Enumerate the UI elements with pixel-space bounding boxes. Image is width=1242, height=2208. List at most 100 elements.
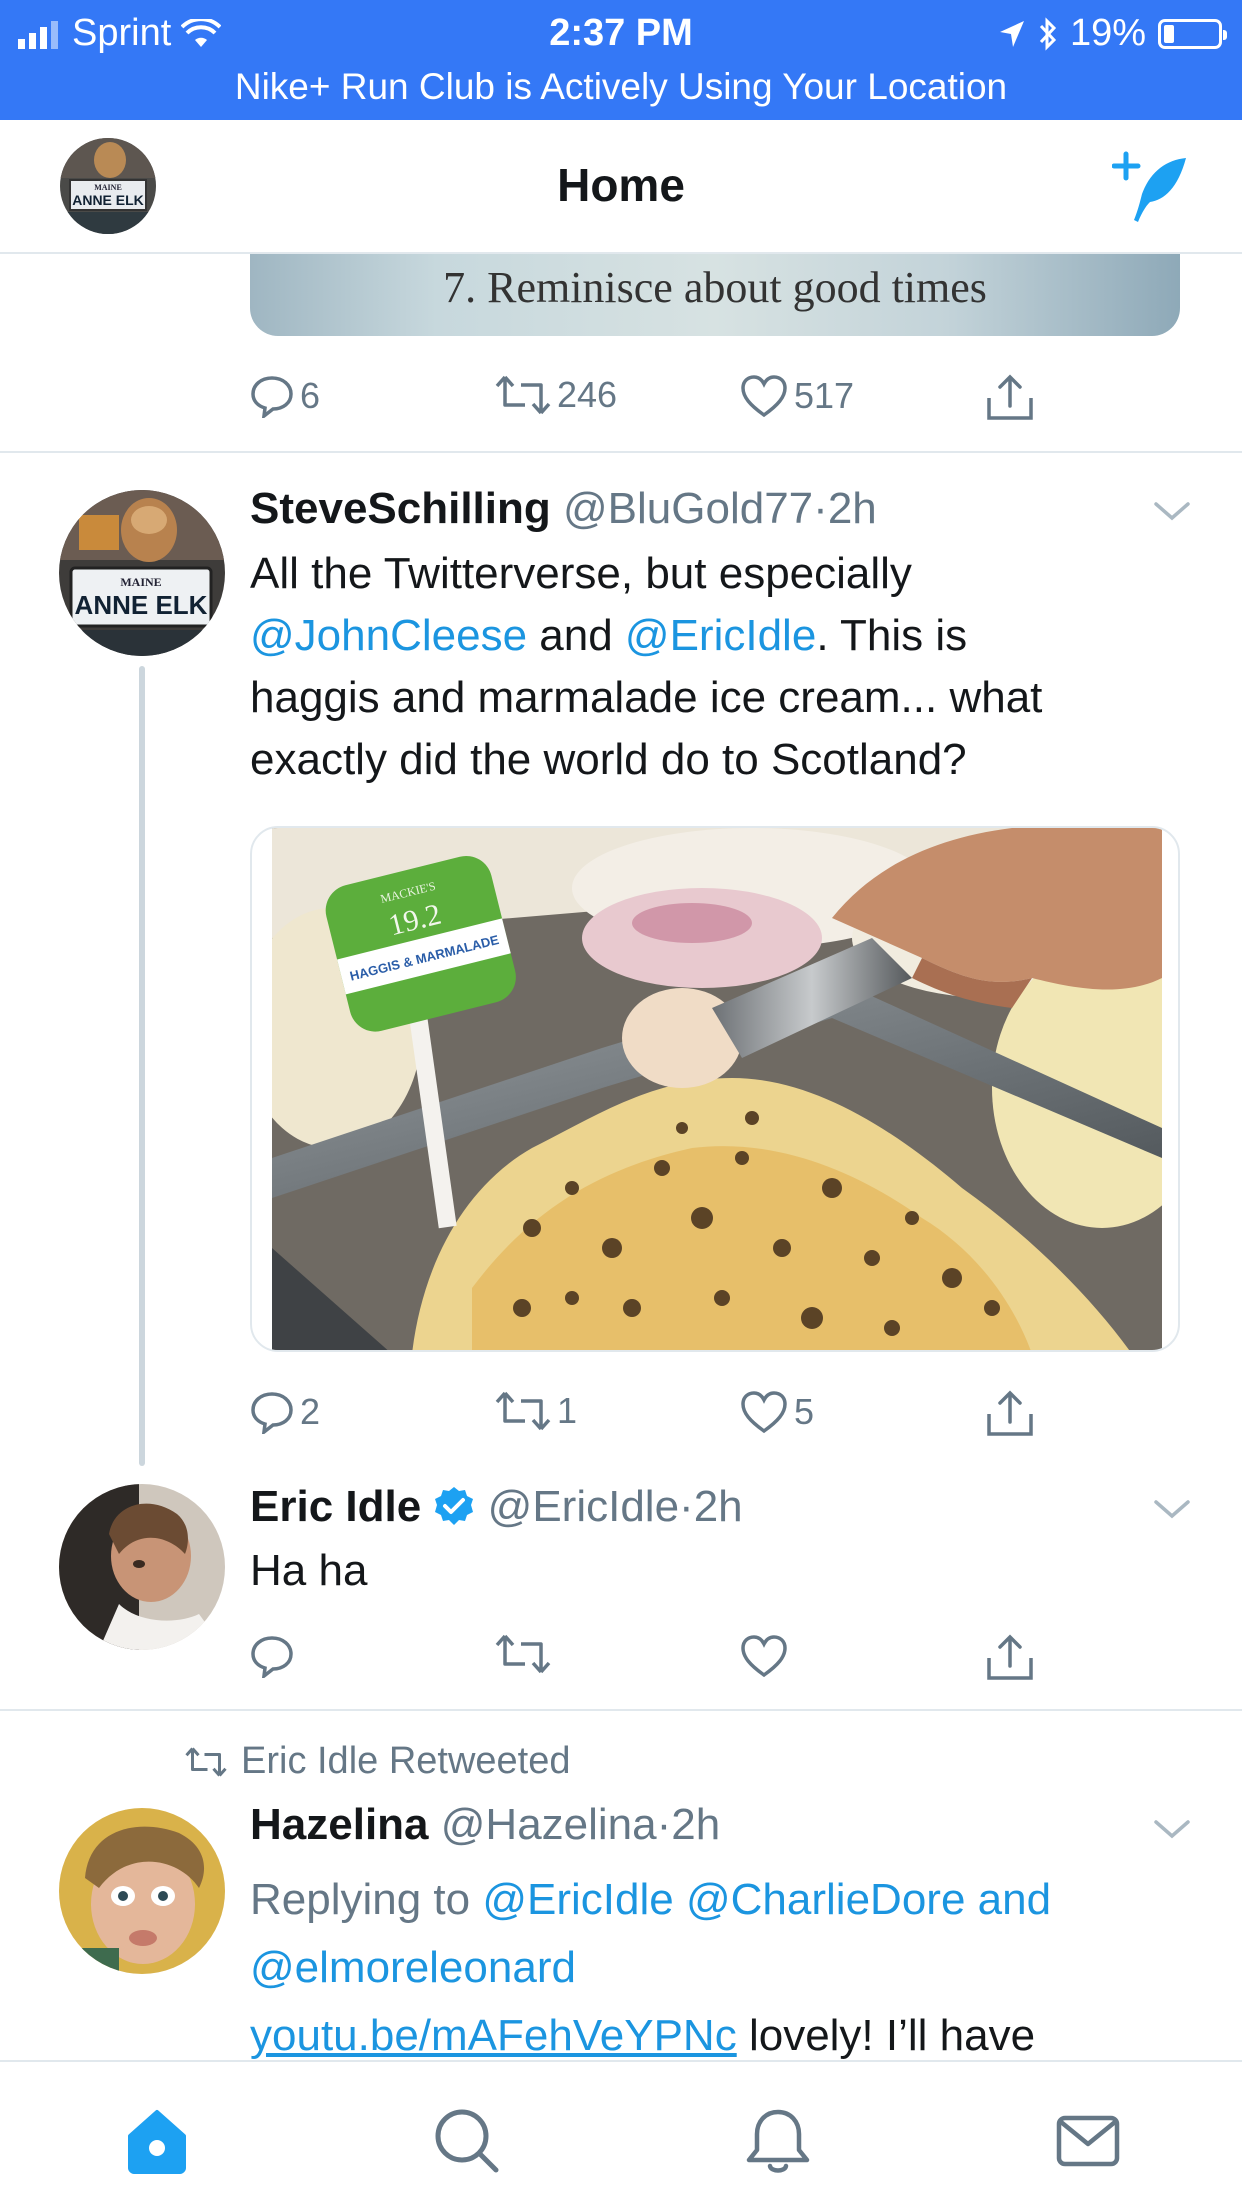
reply-button[interactable] <box>250 1634 294 1678</box>
bluetooth-icon <box>1039 16 1057 51</box>
search-icon[interactable] <box>432 2106 502 2176</box>
messages-icon[interactable] <box>1053 2106 1123 2176</box>
retweet-count: 246 <box>557 374 618 415</box>
reply-button[interactable]: 2 <box>250 1390 320 1434</box>
share-button[interactable] <box>985 374 1035 422</box>
mention-link[interactable]: @EricIdle <box>625 611 816 660</box>
display-name[interactable]: SteveSchilling <box>250 484 551 533</box>
tab-bar <box>0 2060 1242 2208</box>
thread-line <box>139 666 145 1466</box>
mention-link[interactable]: @CharlieDore <box>686 1875 965 1924</box>
like-button[interactable] <box>740 1634 788 1678</box>
retweet-button[interactable] <box>495 1634 551 1674</box>
tweet-text: Ha ha <box>250 1546 368 1595</box>
tweet-actions: 6 246 517 <box>250 374 1040 424</box>
retweet-context[interactable]: Eric Idle Retweeted <box>185 1740 571 1783</box>
verified-badge-icon <box>435 1487 474 1525</box>
location-banner[interactable]: Nike+ Run Club is Actively Using Your Lo… <box>0 66 1242 108</box>
tweet-photo[interactable]: MACKIE'S 19.2 HAGGIS & MARMALADE <box>250 826 1180 1352</box>
display-name[interactable]: Hazelina <box>250 1800 429 1849</box>
timestamp: 2h <box>671 1800 721 1849</box>
retweet-icon <box>185 1747 227 1776</box>
handle[interactable]: @BluGold77 <box>563 484 813 533</box>
heart-icon <box>741 1635 787 1678</box>
svg-text:MAINE: MAINE <box>120 575 161 589</box>
avatar[interactable] <box>59 1484 225 1650</box>
share-button[interactable] <box>985 1634 1035 1682</box>
divider <box>0 1709 1242 1711</box>
mention-link[interactable]: @elmoreleonard <box>250 1943 576 1992</box>
reply-count: 2 <box>300 1391 321 1432</box>
avatar[interactable] <box>59 1808 225 1974</box>
mention-link[interactable]: @EricIdle <box>482 1875 673 1924</box>
image-caption: 7. Reminisce about good times <box>443 263 987 312</box>
reply-and[interactable]: and <box>978 1875 1051 1924</box>
heart-icon <box>741 1391 787 1434</box>
home-icon[interactable] <box>122 2106 192 2176</box>
header: MAINE ANNE ELK Home <box>0 120 1242 254</box>
dot-separator: · <box>656 1800 672 1849</box>
tweet-text-span: and <box>527 611 625 660</box>
like-button[interactable]: 5 <box>740 1390 814 1434</box>
svg-text:ANNE ELK: ANNE ELK <box>75 590 208 620</box>
reply-icon <box>251 376 293 418</box>
tweet-link[interactable]: youtu.be/mAFehVeYPNc <box>250 2011 737 2060</box>
tweet-text-span: . This is <box>816 611 968 660</box>
tweet-image[interactable]: 7. Reminisce about good times <box>250 254 1180 336</box>
tweet-header: Hazelina @Hazelina·2h <box>250 1800 720 1850</box>
retweet-count: 1 <box>557 1390 578 1431</box>
timestamp: 2h <box>693 1482 743 1531</box>
share-icon <box>987 1634 1033 1680</box>
reply-context: Replying to @EricIdle @CharlieDore and <box>250 1866 1190 1934</box>
tweet-actions <box>250 1634 1040 1684</box>
chevron-down-icon[interactable] <box>1152 1818 1192 1842</box>
tweet-header: Eric Idle @EricIdle·2h <box>250 1482 743 1532</box>
dot-separator: · <box>679 1482 694 1531</box>
reply-icon <box>251 1392 293 1434</box>
battery-icon <box>1158 18 1227 49</box>
mention-link[interactable]: @JohnCleese <box>250 611 527 660</box>
retweeted-by-label: Eric Idle Retweeted <box>241 1740 571 1782</box>
retweet-icon <box>495 1634 551 1674</box>
reply-context-line: @elmoreleonard <box>250 1934 1190 2002</box>
reply-prefix: Replying to <box>250 1875 483 1924</box>
handle[interactable]: @EricIdle <box>488 1482 679 1531</box>
tweet-text-line: @JohnCleese and @EricIdle. This is <box>250 605 1190 667</box>
share-icon <box>987 374 1033 420</box>
battery-percent: 19% <box>1069 12 1146 54</box>
tweet-text: Replying to @EricIdle @CharlieDore and @… <box>250 1866 1190 2070</box>
tweet-text-line: haggis and marmalade ice cream... what <box>250 673 1043 722</box>
share-button[interactable] <box>985 1390 1035 1438</box>
compose-tweet-icon[interactable] <box>1112 150 1192 226</box>
retweet-icon <box>495 1391 551 1431</box>
timestamp: 2h <box>827 484 877 533</box>
notifications-icon[interactable] <box>743 2106 813 2176</box>
share-icon <box>987 1390 1033 1436</box>
status-bar: Sprint 2:37 PM 19% Nike+ Run Club is Act… <box>0 0 1242 120</box>
dot-separator: · <box>813 484 828 533</box>
reply-button[interactable]: 6 <box>250 374 320 418</box>
chevron-down-icon[interactable] <box>1152 1498 1192 1522</box>
heart-icon <box>741 375 787 418</box>
retweet-button[interactable]: 1 <box>495 1390 577 1432</box>
divider <box>0 451 1242 453</box>
tweet-actions: 2 1 5 <box>250 1390 1040 1440</box>
handle[interactable]: @Hazelina <box>441 1800 657 1849</box>
retweet-button[interactable]: 246 <box>495 374 617 416</box>
reply-icon <box>251 1636 293 1678</box>
tweet-header: SteveSchilling @BluGold77·2h <box>250 484 877 534</box>
retweet-icon <box>495 375 551 415</box>
like-count: 5 <box>794 1391 815 1432</box>
like-button[interactable]: 517 <box>740 374 854 418</box>
location-arrow-icon <box>999 20 1024 47</box>
status-right: 19% <box>998 12 1227 55</box>
chevron-down-icon[interactable] <box>1152 500 1192 524</box>
tweet-text-span: lovely! I’ll have <box>736 2011 1036 2060</box>
page-title: Home <box>557 159 685 211</box>
tweet-text-line: All the Twitterverse, but especially <box>250 549 912 598</box>
display-name[interactable]: Eric Idle <box>250 1482 421 1531</box>
reply-count: 6 <box>300 375 321 416</box>
tweet-text-line: exactly did the world do to Scotland? <box>250 735 967 784</box>
like-count: 517 <box>794 375 855 416</box>
avatar[interactable]: MAINE ANNE ELK <box>59 490 225 656</box>
